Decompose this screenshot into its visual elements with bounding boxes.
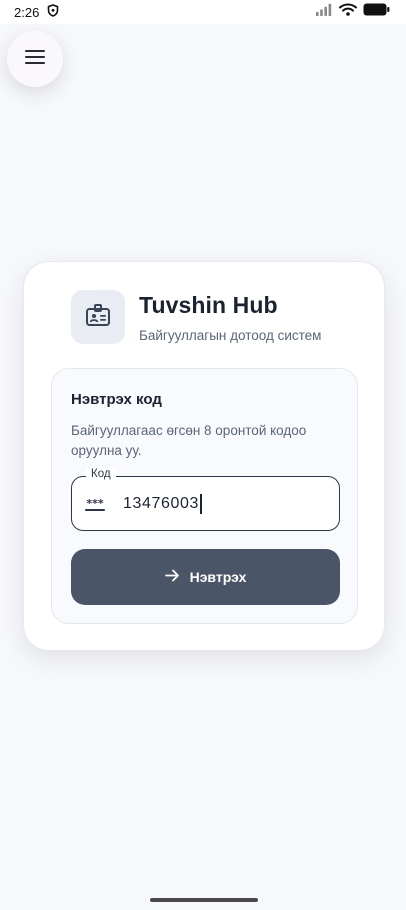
code-value-text: 13476003 — [123, 495, 199, 512]
shield-icon — [47, 4, 59, 20]
code-input[interactable]: Код *** 13476003 — [71, 468, 340, 531]
wifi-icon — [339, 3, 357, 21]
svg-text:***: *** — [86, 497, 104, 510]
login-button[interactable]: Нэвтрэх — [71, 549, 340, 605]
text-caret — [200, 494, 202, 514]
login-card: Tuvshin Hub Байгууллагын дотоод систем Н… — [23, 261, 385, 651]
brand-logo — [71, 290, 125, 344]
login-heading: Нэвтрэх код — [71, 391, 162, 408]
login-panel: Нэвтрэх код Байгууллагаас өгсөн 8 оронто… — [51, 368, 358, 624]
code-input-value[interactable]: 13476003 — [123, 494, 202, 514]
badge-icon — [85, 303, 111, 332]
login-description: Байгууллагаас өгсөн 8 оронтой кодоо оруу… — [71, 423, 307, 458]
password-icon: *** — [84, 494, 106, 514]
login-screen: 2:26 Tuvshin Hub Байгууллагын дотоод сис… — [0, 0, 406, 910]
app-subtitle: Байгууллагын дотоод систем — [139, 328, 322, 343]
hamburger-icon — [25, 49, 45, 69]
arrow-right-icon — [164, 569, 180, 585]
status-bar: 2:26 — [0, 0, 406, 24]
menu-button[interactable] — [7, 31, 63, 87]
login-button-label: Нэвтрэх — [189, 569, 247, 585]
signal-icon — [316, 3, 333, 21]
status-right — [316, 3, 390, 21]
status-left: 2:26 — [14, 4, 59, 20]
app-title: Tuvshin Hub — [139, 292, 278, 318]
battery-icon — [363, 3, 390, 21]
code-input-label: Код — [86, 468, 116, 480]
status-time: 2:26 — [14, 4, 40, 20]
home-indicator[interactable] — [150, 898, 258, 902]
